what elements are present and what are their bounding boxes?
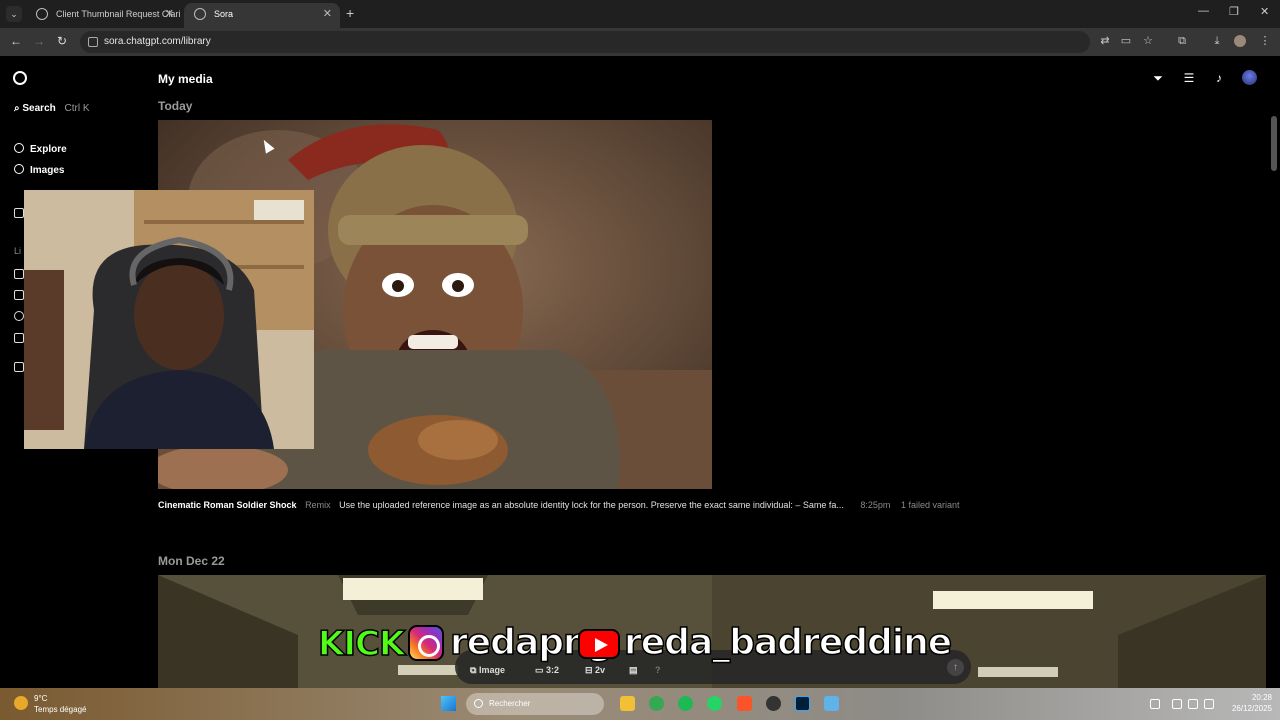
notifications-bell-icon[interactable]: ♪ bbox=[1212, 71, 1226, 85]
webcam-feed-image bbox=[24, 190, 314, 449]
whatsapp-icon[interactable] bbox=[707, 696, 722, 711]
media-caption: Cinematic Roman Soldier Shock Remix Use … bbox=[158, 500, 960, 510]
youtube-icon bbox=[578, 629, 620, 659]
new-tab-button[interactable]: + bbox=[346, 5, 354, 21]
composer-variants-label: 2v bbox=[595, 665, 606, 675]
search-icon: ⌕ bbox=[14, 103, 20, 114]
extensions-icon[interactable]: ⧉ bbox=[1176, 35, 1188, 47]
section-date-today: Today bbox=[158, 99, 193, 113]
instagram-icon bbox=[408, 625, 444, 661]
tab-client-thumbnail[interactable]: Client Thumbnail Request Clari ✕ bbox=[26, 3, 182, 28]
heart-icon[interactable] bbox=[14, 208, 24, 218]
weather-moon-icon[interactable] bbox=[14, 696, 28, 710]
filter-icon[interactable]: ⏷ bbox=[1151, 71, 1165, 85]
close-tab-icon[interactable]: ✕ bbox=[165, 3, 174, 25]
cast-icon[interactable]: ▭ bbox=[1120, 35, 1132, 47]
address-bar[interactable]: sora.chatgpt.com/library bbox=[80, 31, 1090, 53]
search-label: Search bbox=[22, 103, 56, 114]
library-icon[interactable] bbox=[14, 269, 24, 279]
sora-icon bbox=[194, 8, 206, 20]
windows-start-icon[interactable] bbox=[441, 696, 456, 711]
photoshop-icon[interactable] bbox=[795, 696, 810, 711]
taskbar-search[interactable]: Rechercher bbox=[466, 693, 604, 715]
sidebar-item-images[interactable]: Images bbox=[14, 164, 64, 176]
weather-temperature: 9°C bbox=[34, 694, 48, 703]
close-window-button[interactable]: ✕ bbox=[1260, 5, 1269, 18]
scrollbar-thumb[interactable] bbox=[1271, 116, 1277, 171]
folder-icon[interactable] bbox=[14, 362, 24, 372]
composer-aspect-label: 3:2 bbox=[546, 665, 560, 675]
close-tab-icon[interactable]: ✕ bbox=[323, 3, 332, 25]
webcam-overlay bbox=[24, 190, 314, 449]
openai-logo-icon[interactable] bbox=[13, 71, 27, 85]
compass-icon bbox=[14, 143, 24, 153]
translate-icon[interactable]: ⇄ bbox=[1099, 35, 1111, 47]
sidebar-item-label: Explore bbox=[30, 144, 67, 155]
site-info-icon[interactable] bbox=[88, 37, 98, 47]
bookmark-star-icon[interactable]: ☆ bbox=[1142, 35, 1154, 47]
library-section-label: Li bbox=[14, 246, 22, 256]
battery-icon[interactable] bbox=[1204, 699, 1214, 709]
download-icon[interactable]: ⤓ bbox=[1211, 35, 1223, 47]
tab-sora[interactable]: Sora ✕ bbox=[184, 3, 340, 28]
media-title[interactable]: Cinematic Roman Soldier Shock bbox=[158, 500, 297, 510]
tab-label: Client Thumbnail Request Clari bbox=[56, 9, 181, 19]
tab-search-dropdown[interactable]: ⌄ bbox=[6, 6, 22, 22]
media-prompt[interactable]: Use the uploaded reference image as an a… bbox=[339, 500, 844, 510]
windows-taskbar: 9°C Temps dégagé Rechercher 20:28 26/12/… bbox=[0, 688, 1280, 720]
reload-button[interactable]: ↻ bbox=[57, 34, 67, 48]
keyboard-layout-icon[interactable] bbox=[1150, 699, 1160, 709]
file-explorer-icon[interactable] bbox=[620, 696, 635, 711]
search-shortcut: Ctrl K bbox=[64, 103, 90, 114]
user-avatar[interactable] bbox=[1242, 70, 1257, 85]
browser-tab-bar: ⌄ Client Thumbnail Request Clari ✕ Sora … bbox=[0, 0, 1280, 28]
trash-icon[interactable] bbox=[14, 333, 24, 343]
search-button[interactable]: ⌕ Search Ctrl K bbox=[14, 103, 90, 114]
search-icon bbox=[474, 699, 483, 708]
taskbar-search-placeholder: Rechercher bbox=[489, 699, 531, 708]
favorites-icon[interactable] bbox=[14, 290, 24, 300]
browser-toolbar: ← → ↻ sora.chatgpt.com/library ⇄ ▭ ☆ ⧉ ⤓… bbox=[0, 28, 1280, 56]
weather-description: Temps dégagé bbox=[34, 705, 87, 714]
back-button[interactable]: ← bbox=[10, 34, 22, 48]
sidebar-item-label: Images bbox=[30, 165, 65, 176]
sidebar-item-explore[interactable]: Explore bbox=[14, 143, 67, 155]
youtube-handle: reda_badreddine bbox=[623, 621, 953, 664]
taskbar-time[interactable]: 20:28 bbox=[1252, 693, 1272, 702]
minimize-button[interactable]: — bbox=[1198, 5, 1209, 17]
section-date-mon-dec-22: Mon Dec 22 bbox=[158, 554, 225, 568]
page-title: My media bbox=[158, 72, 213, 86]
url-text: sora.chatgpt.com/library bbox=[104, 36, 211, 47]
taskbar-date[interactable]: 26/12/2025 bbox=[1232, 704, 1272, 713]
profile-avatar[interactable] bbox=[1234, 35, 1246, 47]
aspect-ratio-button[interactable]: ▭ 3:2 bbox=[535, 665, 559, 676]
media-time: 8:25pm bbox=[860, 500, 891, 510]
app-icon[interactable] bbox=[824, 696, 839, 711]
chatgpt-icon bbox=[36, 8, 48, 20]
kick-logo: KICK bbox=[317, 623, 406, 665]
chrome-icon[interactable] bbox=[649, 696, 664, 711]
tab-label: Sora bbox=[214, 9, 234, 19]
remix-tag: Remix bbox=[305, 500, 331, 510]
uploads-icon[interactable] bbox=[14, 311, 24, 321]
help-icon[interactable]: ? bbox=[655, 665, 661, 675]
images-icon bbox=[14, 164, 24, 174]
wifi-icon[interactable] bbox=[1172, 699, 1182, 709]
image-mode-button[interactable]: ⧉ Image bbox=[470, 665, 505, 676]
menu-kebab-icon[interactable]: ⋮ bbox=[1259, 35, 1271, 47]
presets-icon[interactable]: ▤ bbox=[629, 665, 638, 676]
composer-type-label: Image bbox=[478, 665, 505, 675]
variants-button[interactable]: ⊟ 2v bbox=[585, 665, 605, 676]
grid-view-icon[interactable]: ☰ bbox=[1182, 71, 1196, 85]
brave-icon[interactable] bbox=[737, 696, 752, 711]
obs-icon[interactable] bbox=[766, 696, 781, 711]
forward-button[interactable]: → bbox=[33, 34, 45, 48]
volume-icon[interactable] bbox=[1188, 699, 1198, 709]
maximize-button[interactable]: ❐ bbox=[1229, 5, 1239, 18]
failed-variant-status: 1 failed variant bbox=[900, 500, 960, 510]
spotify-icon[interactable] bbox=[678, 696, 693, 711]
